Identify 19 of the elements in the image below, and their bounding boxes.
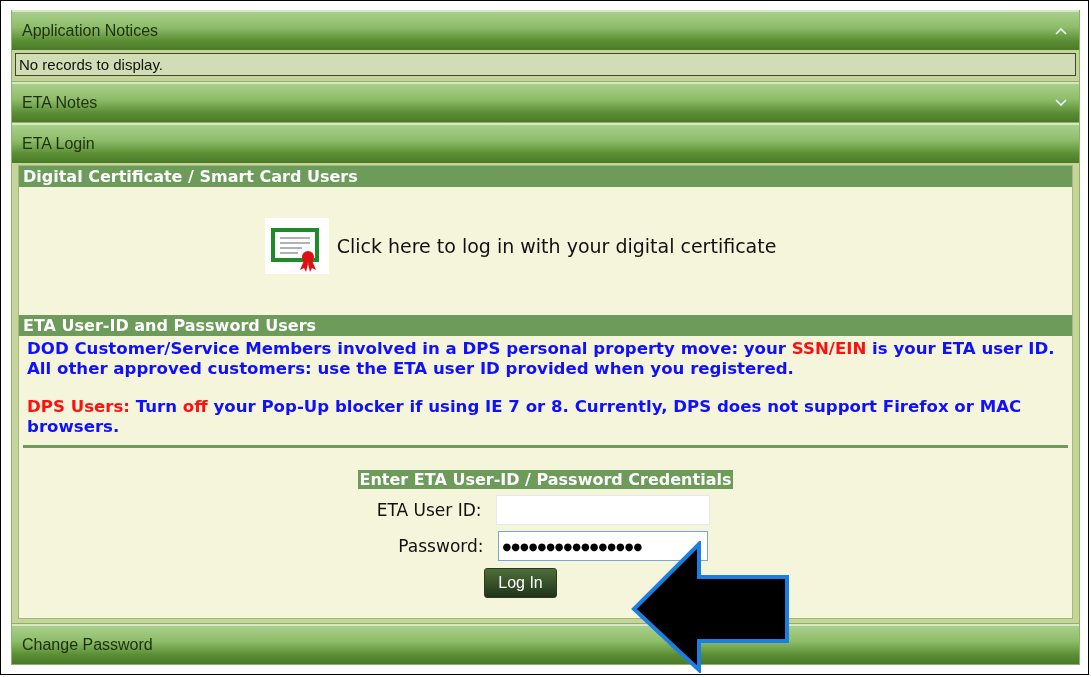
accordion-header[interactable]: Change Password	[12, 624, 1079, 664]
notice-paragraph: DOD Customer/Service Members involved in a DPS personal property move: your SSN/EIN is your ETA user ID. All other approved customers: use the ETA user ID provided when you registered.	[27, 339, 1056, 379]
accordion-header[interactable]: Application Notices	[12, 10, 1079, 50]
section-title: Digital Certificate / Smart Card Users	[19, 166, 1072, 187]
chevron-up-icon[interactable]	[1055, 27, 1067, 35]
login-button[interactable]: Log In	[484, 568, 557, 598]
chevron-down-icon[interactable]	[1055, 99, 1067, 107]
accordion-header[interactable]: ETA Login	[12, 123, 1079, 163]
notice-paragraph: DPS Users: Turn off your Pop-Up blocker if using IE 7 or 8. Currently, DPS does not support Firefox or MAC browsers.	[27, 397, 1023, 437]
user-id-field[interactable]	[495, 495, 710, 525]
empty-message: No records to display.	[15, 53, 1076, 76]
password-field[interactable]: ●●●●●●●●●●●●●●●●	[497, 531, 708, 561]
certificate-login-link[interactable]: Click here to log in with your digital certificate	[336, 235, 777, 257]
field-label: Password:	[397, 536, 484, 556]
section-title: ETA User-ID and Password Users	[19, 315, 1072, 336]
form-title: Enter ETA User-ID / Password Credentials	[357, 470, 734, 489]
certificate-icon[interactable]	[264, 218, 329, 274]
field-label: ETA User ID:	[375, 500, 482, 520]
accordion-header[interactable]: ETA Notes	[12, 82, 1079, 122]
